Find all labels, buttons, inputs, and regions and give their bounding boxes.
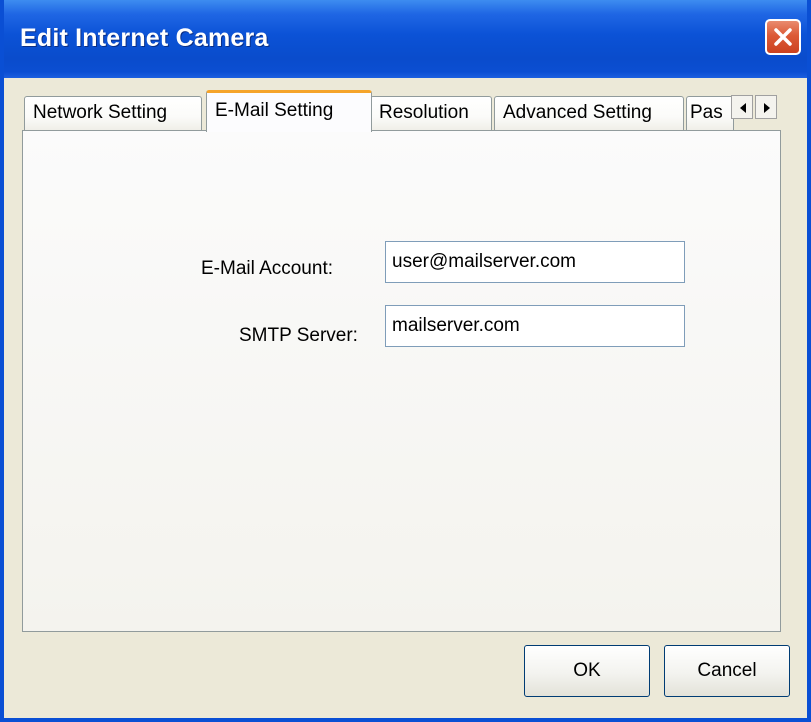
tab-advanced-setting[interactable]: Advanced Setting xyxy=(494,96,684,130)
email-account-label: E-Mail Account: xyxy=(201,258,333,279)
tab-resolution[interactable]: Resolution xyxy=(370,96,492,130)
tab-scroll-buttons xyxy=(731,95,779,119)
tab-password-truncated[interactable]: Pas xyxy=(686,96,734,130)
close-button[interactable] xyxy=(765,19,801,55)
tab-email-setting[interactable]: E-Mail Setting xyxy=(206,90,372,132)
title-bar[interactable]: Edit Internet Camera xyxy=(4,0,807,78)
edit-internet-camera-dialog: Edit Internet Camera Network Setting E-M… xyxy=(0,0,811,722)
tab-scroll-left-button[interactable] xyxy=(731,95,753,119)
ok-button[interactable]: OK xyxy=(524,645,650,697)
tab-scroll-right-button[interactable] xyxy=(755,95,777,119)
email-setting-panel: E-Mail Account: SMTP Server: xyxy=(22,130,781,632)
arrow-right-icon xyxy=(764,103,770,113)
window-title: Edit Internet Camera xyxy=(20,24,269,52)
tab-network-setting[interactable]: Network Setting xyxy=(24,96,202,130)
arrow-left-icon xyxy=(740,103,746,113)
cancel-button[interactable]: Cancel xyxy=(664,645,790,697)
smtp-server-input[interactable] xyxy=(385,305,685,347)
smtp-server-label: SMTP Server: xyxy=(239,325,358,346)
close-icon xyxy=(774,28,792,46)
email-account-input[interactable] xyxy=(385,241,685,283)
